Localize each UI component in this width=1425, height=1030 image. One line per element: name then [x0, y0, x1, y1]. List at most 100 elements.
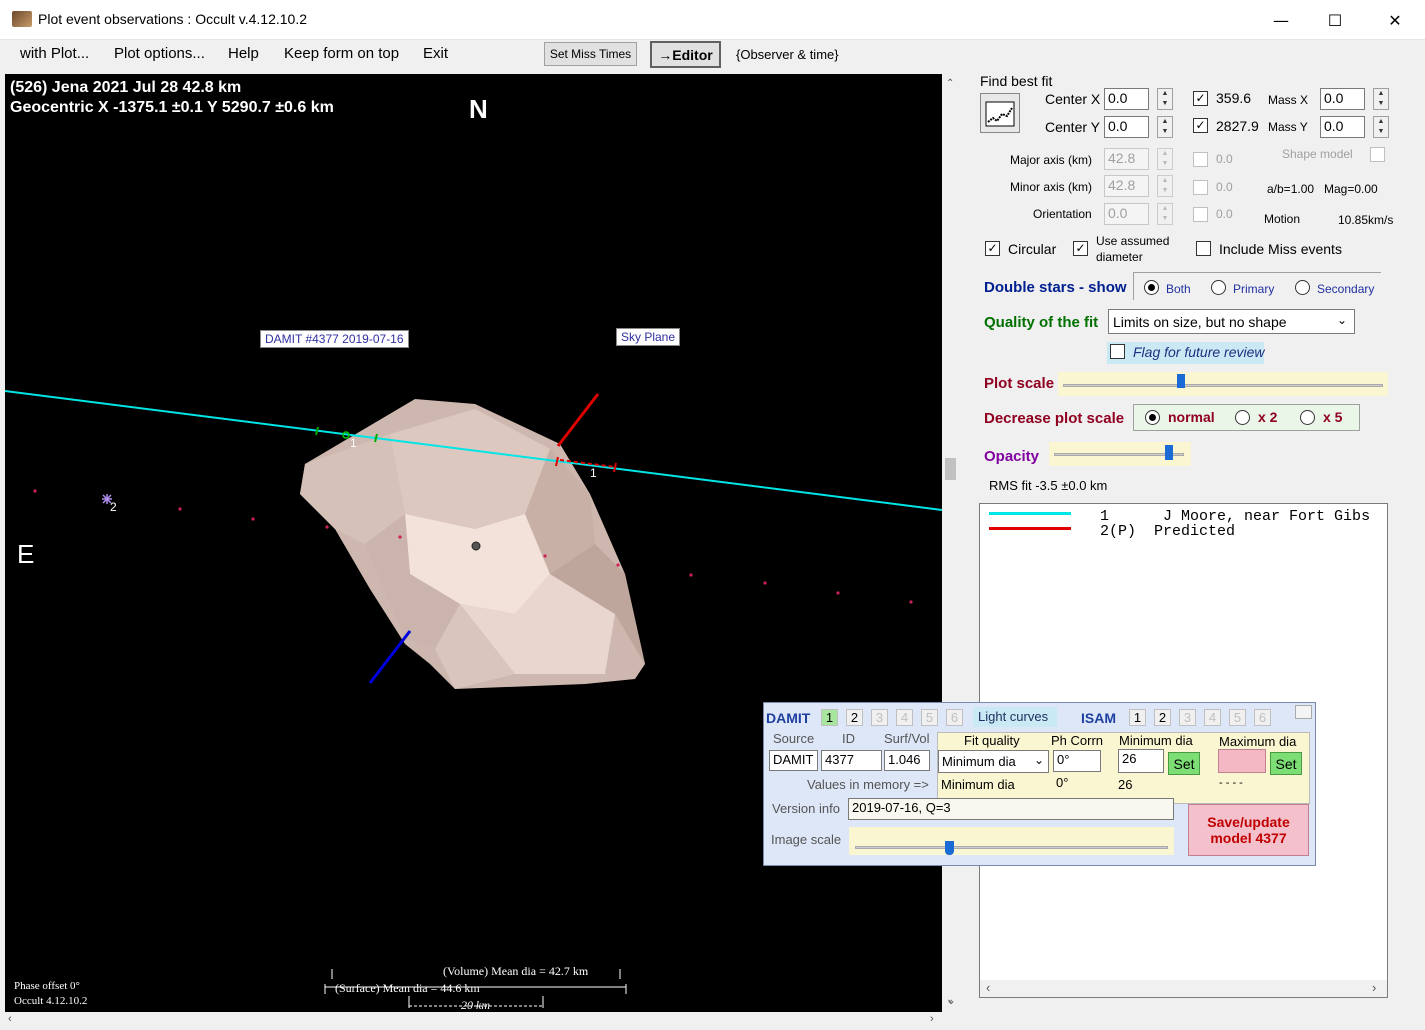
isam-model-3-button[interactable]: 3: [1179, 709, 1196, 726]
scroll-right-icon[interactable]: ›: [930, 1013, 934, 1025]
list-item[interactable]: 2(P) Predicted: [1100, 523, 1235, 540]
menu-plot-options[interactable]: Plot options...: [114, 45, 205, 62]
plot-vertical-scrollbar[interactable]: ⌃ ⌄: [942, 74, 959, 1012]
close-button[interactable]: ✕: [1366, 0, 1424, 40]
damit-close-button[interactable]: [1295, 705, 1312, 719]
id-field[interactable]: 4377: [821, 750, 882, 771]
major-axis-spinner[interactable]: ▲ ▼: [1157, 148, 1173, 170]
opacity-slider[interactable]: [1049, 442, 1191, 466]
motion-label: Motion: [1264, 212, 1301, 226]
mag-label: Mag=0.00: [1324, 182, 1378, 196]
menu-keep-on-top[interactable]: Keep form on top: [284, 45, 399, 62]
opacity-thumb[interactable]: [1164, 445, 1173, 460]
menu-exit[interactable]: Exit: [423, 45, 448, 62]
chevron-down-icon: ⌄: [1034, 753, 1045, 767]
damit-model-1-button[interactable]: 1: [821, 709, 838, 726]
minor-axis-checkbox[interactable]: [1193, 180, 1208, 195]
chord-1-color-swatch: [989, 512, 1071, 515]
opacity-label: Opacity: [984, 448, 1040, 465]
center-x-checkbox[interactable]: ✓: [1193, 91, 1208, 106]
min-dia-header: Minimum dia: [1119, 733, 1193, 748]
ph-corr-header: Ph Corrn: [1051, 733, 1104, 748]
center-x-input[interactable]: 0.0: [1104, 88, 1149, 110]
plot-scale-thumb[interactable]: [1176, 374, 1185, 388]
fit-quality-dropdown[interactable]: Minimum dia ⌄: [938, 750, 1049, 773]
center-y-checkbox[interactable]: ✓: [1193, 118, 1208, 133]
set-max-dia-button[interactable]: Set: [1270, 752, 1302, 775]
scroll-up-icon[interactable]: ⌃: [946, 78, 954, 89]
editor-button[interactable]: →Editor: [650, 41, 721, 68]
source-field[interactable]: DAMIT: [769, 750, 818, 771]
menu-help[interactable]: Help: [228, 45, 259, 62]
damit-model-5-button[interactable]: 5: [921, 709, 938, 726]
set-miss-times-button[interactable]: Set Miss Times: [544, 42, 637, 66]
list-vertical-scrollbar[interactable]: [1393, 503, 1410, 998]
center-y-spinner[interactable]: ▲ ▼: [1157, 116, 1173, 138]
damit-model-2-button[interactable]: 2: [846, 709, 863, 726]
major-check-value: 0.0: [1216, 152, 1233, 166]
isam-model-1-button[interactable]: 1: [1129, 709, 1146, 726]
max-dia-field[interactable]: [1218, 749, 1266, 773]
flag-review-checkbox[interactable]: [1110, 344, 1125, 359]
ph-corr-field[interactable]: 0°: [1053, 750, 1101, 772]
scroll-right-icon[interactable]: ›: [1372, 980, 1376, 995]
scroll-thumb[interactable]: [945, 458, 956, 480]
minor-axis-input[interactable]: 42.8: [1104, 175, 1149, 197]
mass-x-spinner[interactable]: ▲ ▼: [1373, 88, 1389, 110]
maximize-button[interactable]: ☐: [1306, 0, 1364, 40]
x5-radio[interactable]: [1300, 410, 1315, 425]
orientation-checkbox[interactable]: [1193, 207, 1208, 222]
damit-model-6-button[interactable]: 6: [946, 709, 963, 726]
normal-radio[interactable]: [1145, 410, 1160, 425]
north-label: N: [469, 94, 488, 124]
surfvol-field[interactable]: 1.046: [884, 750, 930, 771]
isam-model-6-button[interactable]: 6: [1254, 709, 1271, 726]
mass-y-input[interactable]: 0.0: [1320, 116, 1365, 138]
plot-header-line1: (526) Jena 2021 Jul 28 42.8 km: [10, 79, 242, 96]
scroll-left-icon[interactable]: ‹: [986, 980, 990, 995]
isam-model-2-button[interactable]: 2: [1154, 709, 1171, 726]
scroll-left-icon[interactable]: ‹: [8, 1013, 12, 1025]
damit-model-3-button[interactable]: 3: [871, 709, 888, 726]
orientation-input[interactable]: 0.0: [1104, 203, 1149, 225]
damit-model-4-button[interactable]: 4: [896, 709, 913, 726]
shape-model-checkbox[interactable]: [1370, 147, 1385, 162]
plot-horizontal-scrollbar[interactable]: ‹ ›: [5, 1012, 942, 1029]
menu-with-plot[interactable]: with Plot...: [20, 45, 89, 62]
mem-max-dia: - - - -: [1219, 777, 1243, 789]
light-curves-button[interactable]: Light curves: [973, 707, 1057, 727]
max-dia-header: Maximum dia: [1219, 734, 1297, 749]
quality-dropdown[interactable]: Limits on size, but no shape ⌄: [1108, 309, 1355, 334]
isam-model-5-button[interactable]: 5: [1229, 709, 1246, 726]
circular-checkbox[interactable]: ✓: [985, 241, 1000, 256]
center-y-input[interactable]: 0.0: [1104, 116, 1149, 138]
both-radio[interactable]: [1144, 280, 1159, 295]
best-fit-button[interactable]: [980, 93, 1020, 133]
primary-radio[interactable]: [1211, 280, 1226, 295]
panel-scroll-down-icon[interactable]: ⌄: [946, 993, 956, 1007]
minor-axis-spinner[interactable]: ▲ ▼: [1157, 175, 1173, 197]
set-min-dia-button[interactable]: Set: [1168, 752, 1200, 775]
mass-x-input[interactable]: 0.0: [1320, 88, 1365, 110]
flag-review-label: Flag for future review: [1133, 344, 1265, 360]
isam-model-4-button[interactable]: 4: [1204, 709, 1221, 726]
orientation-spinner[interactable]: ▲ ▼: [1157, 203, 1173, 225]
minimize-button[interactable]: —: [1252, 0, 1310, 40]
major-axis-input[interactable]: 42.8: [1104, 148, 1149, 170]
use-assumed-diameter-checkbox[interactable]: ✓: [1073, 241, 1088, 256]
plot-canvas[interactable]: (526) Jena 2021 Jul 28 42.8 km Geocentri…: [5, 74, 942, 1012]
secondary-radio[interactable]: [1295, 280, 1310, 295]
image-scale-thumb[interactable]: [944, 841, 954, 855]
min-dia-field[interactable]: 26: [1118, 749, 1164, 773]
x2-radio[interactable]: [1235, 410, 1250, 425]
list-horizontal-scrollbar[interactable]: ‹ ›: [980, 980, 1387, 997]
observer-time-link[interactable]: {Observer & time}: [736, 47, 839, 62]
image-scale-slider[interactable]: [849, 827, 1174, 855]
major-axis-checkbox[interactable]: [1193, 152, 1208, 167]
save-update-model-button[interactable]: Save/update model 4377: [1188, 804, 1309, 856]
plot-scale-slider[interactable]: [1058, 372, 1388, 396]
include-miss-checkbox[interactable]: [1196, 241, 1211, 256]
version-info-field[interactable]: 2019-07-16, Q=3: [848, 798, 1174, 820]
center-x-spinner[interactable]: ▲ ▼: [1157, 88, 1173, 110]
mass-y-spinner[interactable]: ▲ ▼: [1373, 116, 1389, 138]
